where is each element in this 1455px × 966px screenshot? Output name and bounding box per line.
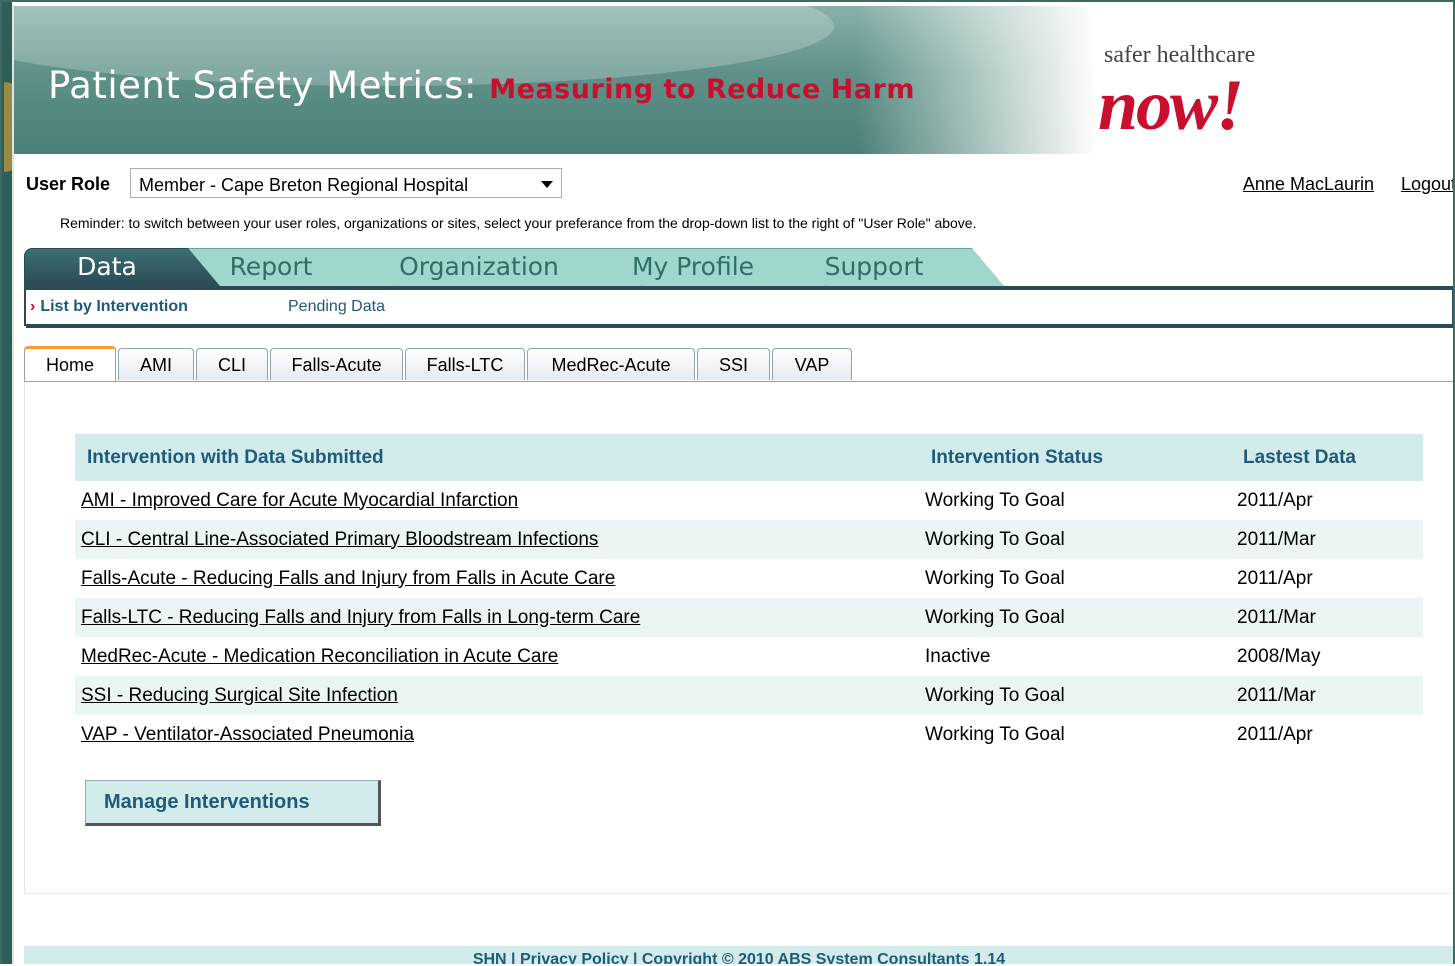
status-cell: Working To Goal xyxy=(925,489,1065,511)
page: Patient Safety Metrics: Measuring to Red… xyxy=(12,6,1453,964)
intervention-link[interactable]: AMI - Improved Care for Acute Myocardial… xyxy=(81,490,518,511)
logo-now-text: now! xyxy=(1098,65,1244,145)
tab-ssi[interactable]: SSI xyxy=(697,348,770,380)
tab-vap[interactable]: VAP xyxy=(772,348,852,380)
page-title: Patient Safety Metrics: Measuring to Red… xyxy=(48,64,915,107)
status-cell: Working To Goal xyxy=(925,567,1065,589)
subnav-pending-data[interactable]: Pending Data xyxy=(288,298,385,316)
user-role-select[interactable]: Member - Cape Breton Regional Hospital xyxy=(130,168,562,198)
user-role-label: User Role xyxy=(26,174,111,194)
intervention-cell: Falls-LTC - Reducing Falls and Injury fr… xyxy=(75,598,919,637)
tab-my-profile-label: My Profile xyxy=(631,252,755,281)
tab-falls-ltc[interactable]: Falls-LTC xyxy=(405,348,525,380)
latest-data-cell: 2011/Mar xyxy=(1231,520,1423,559)
latest-data-cell: 2011/Mar xyxy=(1231,598,1423,637)
intervention-link[interactable]: MedRec-Acute - Medication Reconciliation… xyxy=(81,646,558,667)
intervention-cell: Falls-Acute - Reducing Falls and Injury … xyxy=(75,559,919,598)
table-row: AMI - Improved Care for Acute Myocardial… xyxy=(75,481,1423,520)
tab-data-label: Data xyxy=(77,252,137,281)
status-cell: Working To Goal xyxy=(925,723,1065,745)
footer: SHN | Privacy Policy | Copyright © 2010 … xyxy=(24,946,1453,964)
latest-data-cell: 2011/Mar xyxy=(1231,676,1423,715)
reminder-text: Reminder: to switch between your user ro… xyxy=(60,215,977,231)
intervention-link[interactable]: Falls-LTC - Reducing Falls and Injury fr… xyxy=(81,607,640,628)
latest-data-cell: 2008/May xyxy=(1237,645,1321,667)
intervention-link[interactable]: CLI - Central Line-Associated Primary Bl… xyxy=(81,529,598,550)
latest-data-cell: 2011/Apr xyxy=(1237,567,1313,589)
user-role-value: Member - Cape Breton Regional Hospital xyxy=(139,175,469,195)
tab-falls-acute[interactable]: Falls-Acute xyxy=(270,348,403,380)
intervention-cell: VAP - Ventilator-Associated Pneumonia xyxy=(75,715,919,754)
home-panel: Intervention with Data Submitted Interve… xyxy=(24,382,1453,894)
tab-support-label: Support xyxy=(824,252,924,281)
status-cell: Working To Goal xyxy=(919,598,1231,637)
tab-cli[interactable]: CLI xyxy=(196,348,268,380)
user-role-bar: User Role Member - Cape Breton Regional … xyxy=(26,168,1453,200)
subnav-active-label: List by Intervention xyxy=(40,298,188,315)
subnav-list-by-intervention[interactable]: › List by Intervention xyxy=(30,298,188,316)
intervention-cell: CLI - Central Line-Associated Primary Bl… xyxy=(75,520,919,559)
status-cell: Working To Goal xyxy=(919,676,1231,715)
table-row: Falls-Acute - Reducing Falls and Injury … xyxy=(75,559,1423,598)
window-frame: Patient Safety Metrics: Measuring to Red… xyxy=(0,0,1455,964)
status-cell: Inactive xyxy=(925,645,991,667)
table-header-row: Intervention with Data Submitted Interve… xyxy=(75,434,1423,481)
table-row: CLI - Central Line-Associated Primary Bl… xyxy=(75,520,1423,559)
table-row: Falls-LTC - Reducing Falls and Injury fr… xyxy=(75,598,1423,637)
intervention-cell: MedRec-Acute - Medication Reconciliation… xyxy=(75,637,919,676)
safer-healthcare-now-logo: safer healthcare now! xyxy=(1094,34,1324,149)
intervention-link[interactable]: VAP - Ventilator-Associated Pneumonia xyxy=(81,724,414,745)
user-name-link[interactable]: Anne MacLaurin xyxy=(1243,174,1374,195)
status-cell: Working To Goal xyxy=(919,520,1231,559)
intervention-link[interactable]: Falls-Acute - Reducing Falls and Injury … xyxy=(81,568,615,589)
chevron-down-icon[interactable] xyxy=(541,181,553,188)
table-row: VAP - Ventilator-Associated Pneumonia Wo… xyxy=(75,715,1423,754)
latest-data-cell: 2011/Apr xyxy=(1237,723,1313,745)
latest-data-cell: 2011/Apr xyxy=(1237,489,1313,511)
tab-home[interactable]: Home xyxy=(24,346,116,382)
intervention-tab-bar: Home AMI CLI Falls-Acute Falls-LTC MedRe… xyxy=(24,346,924,382)
column-header-latest: Lastest Data xyxy=(1231,434,1423,481)
manage-interventions-button[interactable]: Manage Interventions xyxy=(85,780,381,826)
tab-ami[interactable]: AMI xyxy=(118,348,194,380)
chevron-right-icon: › xyxy=(30,298,36,315)
tab-data[interactable]: Data xyxy=(24,248,220,286)
header-banner: Patient Safety Metrics: Measuring to Red… xyxy=(14,6,1453,154)
left-decor-strip xyxy=(2,2,24,964)
tab-report-label: Report xyxy=(229,252,313,281)
intervention-link[interactable]: SSI - Reducing Surgical Site Infection xyxy=(81,685,398,706)
table-row: MedRec-Acute - Medication Reconciliation… xyxy=(75,637,1423,676)
interventions-table: Intervention with Data Submitted Interve… xyxy=(75,434,1423,754)
intervention-cell: SSI - Reducing Surgical Site Infection xyxy=(75,676,919,715)
column-header-intervention: Intervention with Data Submitted xyxy=(75,434,919,481)
logout-link[interactable]: Logout xyxy=(1401,174,1453,195)
title-subtitle: Measuring to Reduce Harm xyxy=(489,74,915,105)
tab-medrec-acute[interactable]: MedRec-Acute xyxy=(527,348,695,380)
column-header-status: Intervention Status xyxy=(919,434,1231,481)
intervention-cell: AMI - Improved Care for Acute Myocardial… xyxy=(75,481,919,520)
sub-navigation: › List by Intervention Pending Data xyxy=(24,290,1453,328)
table-row: SSI - Reducing Surgical Site Infection W… xyxy=(75,676,1423,715)
tab-organization-label: Organization xyxy=(399,252,559,281)
title-main: Patient Safety Metrics: xyxy=(48,64,477,107)
main-tab-bar: Support My Profile Organization Report D… xyxy=(24,246,1453,290)
